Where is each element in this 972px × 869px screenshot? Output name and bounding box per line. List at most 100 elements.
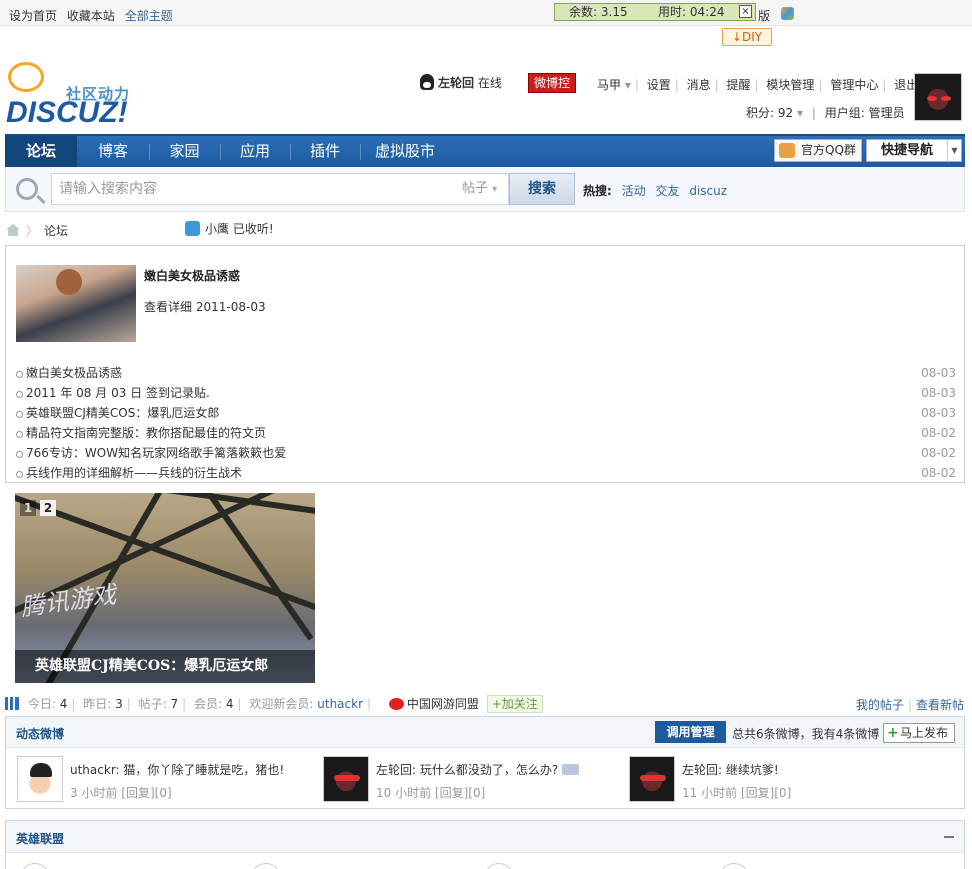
follow-button[interactable]: +加关注 <box>486 695 543 713</box>
hot-word[interactable]: discuz <box>689 184 727 198</box>
remaining-value: 3.15 <box>600 5 628 19</box>
tab-forum[interactable]: 论坛 <box>5 136 77 167</box>
slide-caption[interactable]: 英雄联盟CJ精美COS：爆乳厄运女郎 <box>15 650 315 683</box>
top-toolbar: 设为首页 收藏本站 全部主题 <box>0 0 972 26</box>
slide-page-2[interactable]: 2 <box>40 500 56 516</box>
breadcrumb: 〉论坛 <box>6 222 68 239</box>
site-logo[interactable]: 社区动力 DISCUZ! <box>6 60 146 130</box>
slideshow[interactable]: 腾讯游戏 1 2 英雄联盟CJ精美COS：爆乳厄运女郎 <box>15 493 315 683</box>
manage-button[interactable]: 调用管理 <box>655 721 726 743</box>
stat-posts: 7 <box>170 697 179 711</box>
stat-yesterday: 3 <box>115 697 123 711</box>
user-menu: 马甲 ▾ | 设置 | 消息 | 提醒 | 模块管理 | 管理中心 | 退出 <box>597 78 919 92</box>
chevron-down-icon: ▾ <box>492 184 498 195</box>
theme-color-icon[interactable] <box>781 7 794 20</box>
quick-nav-button[interactable]: 快捷导航 ▼ <box>866 139 962 162</box>
bookmark-link[interactable]: 收藏本站 <box>67 9 115 23</box>
user-status: 左轮回 在线 <box>420 74 502 94</box>
weibo-icon <box>388 698 404 710</box>
hot-word[interactable]: 交友 <box>655 184 679 198</box>
diy-label: DIY <box>741 30 763 44</box>
tab-blog[interactable]: 博客 <box>77 136 149 167</box>
hot-word[interactable]: 活动 <box>622 184 646 198</box>
search-icon <box>16 178 38 200</box>
search-input[interactable]: 请输入搜索内容 <box>51 173 463 205</box>
menu-admin-center[interactable]: 管理中心 <box>830 78 878 92</box>
hot-label: 热搜: <box>583 184 612 198</box>
list-item[interactable]: 2011 年 08 月 03 日 签到记录贴. 08-03 <box>16 383 956 403</box>
featured-thumbnail[interactable] <box>16 265 136 342</box>
list-item[interactable]: 精品符文指南完整版：教你搭配最佳的符文页 08-02 <box>16 423 956 443</box>
qq-penguin-icon <box>420 74 434 90</box>
search-type-select[interactable]: 帖子 ▾ <box>462 173 509 205</box>
chevron-down-icon: ▾ <box>624 78 631 92</box>
reply-link[interactable]: [回复][0] <box>121 786 171 800</box>
performance-meter: 余数: 3.15 用时: 04:24 × <box>554 3 756 21</box>
my-posts-link[interactable]: 我的帖子 <box>856 698 904 712</box>
avatar[interactable] <box>17 756 63 802</box>
tab-home[interactable]: 家园 <box>149 136 220 167</box>
breadcrumb-current[interactable]: 论坛 <box>44 224 68 238</box>
new-posts-link[interactable]: 查看新帖 <box>916 698 964 712</box>
stat-members: 4 <box>225 697 234 711</box>
featured-title[interactable]: 嫩白美女极品诱惑 <box>144 267 240 284</box>
forum-icon[interactable] <box>719 863 749 869</box>
weibo-summary: 总共6条微博，我有4条微博 <box>732 727 880 741</box>
menu-module-admin[interactable]: 模块管理 <box>766 78 814 92</box>
weibo-panel: 动态微博 调用管理 总共6条微博，我有4条微博 + 马上发布 uthackr: 猫… <box>5 716 965 809</box>
message-icon <box>562 764 580 775</box>
view-detail-link[interactable]: 查看详细 <box>144 300 192 314</box>
list-item[interactable]: 兵线作用的详细解析——兵线的衍生战术 08-02 <box>16 463 956 483</box>
home-icon[interactable] <box>6 224 20 236</box>
credits-value[interactable]: 92 <box>778 106 793 120</box>
plus-icon: + <box>887 725 899 741</box>
reply-link[interactable]: [回复][0] <box>435 786 485 800</box>
avatar[interactable] <box>914 73 962 121</box>
menu-settings[interactable]: 设置 <box>647 78 671 92</box>
diy-button[interactable]: ↓DIY <box>722 28 772 46</box>
article-list: 嫩白美女极品诱惑 08-03 2011 年 08 月 03 日 签到记录贴. 08-… <box>16 363 956 483</box>
menu-alias[interactable]: 马甲 ▾ <box>597 78 631 92</box>
menu-messages[interactable]: 消息 <box>687 78 711 92</box>
search-bar: 请输入搜索内容 帖子 ▾ 搜索 热搜: 活动 交友 discuz <box>5 167 965 212</box>
slide-page-1[interactable]: 1 <box>20 500 36 516</box>
user-credits: 积分: 92 ▾ | 用户组: 管理员 <box>746 106 905 120</box>
collapse-icon[interactable] <box>944 836 954 838</box>
qq-group-icon <box>779 143 795 158</box>
hot-searches: 热搜: 活动 交友 discuz <box>583 182 727 199</box>
group-value[interactable]: 管理员 <box>869 106 905 120</box>
alliance-link[interactable]: 中国网游同盟 <box>407 697 479 711</box>
forum-icon[interactable] <box>484 863 514 869</box>
post-now-button[interactable]: + 马上发布 <box>883 723 955 743</box>
set-homepage-link[interactable]: 设为首页 <box>9 9 57 23</box>
reply-link[interactable]: [回复][0] <box>741 786 791 800</box>
menu-reminders[interactable]: 提醒 <box>727 78 751 92</box>
tab-plugins[interactable]: 插件 <box>290 136 360 167</box>
weibo-button[interactable]: 微博控 <box>528 73 576 93</box>
chevron-down-icon: ▼ <box>947 140 961 161</box>
list-item[interactable]: 嫩白美女极品诱惑 08-03 <box>16 363 956 383</box>
featured-date: 2011-08-03 <box>195 300 266 314</box>
qq-group-button[interactable]: 官方QQ群 <box>774 139 862 162</box>
article-block: 嫩白美女极品诱惑 查看详细 2011-08-03 嫩白美女极品诱惑 08-03 2… <box>5 245 965 483</box>
username[interactable]: 左轮回 <box>438 76 474 90</box>
avatar[interactable] <box>629 756 675 802</box>
tab-apps[interactable]: 应用 <box>220 136 290 167</box>
arrow-down-icon: ↓ <box>731 30 742 44</box>
forum-icon[interactable] <box>251 863 281 869</box>
section-lol: 英雄联盟 <box>5 820 965 869</box>
forum-icon[interactable] <box>20 863 50 869</box>
list-item[interactable]: 英雄联盟CJ精美COS：爆乳厄运女郎 08-03 <box>16 403 956 423</box>
my-links: 我的帖子 | 查看新帖 <box>855 698 964 712</box>
tab-virtual-stocks[interactable]: 虚拟股市 <box>360 136 450 167</box>
all-themes-link[interactable]: 全部主题 <box>125 9 173 23</box>
close-icon[interactable]: × <box>739 5 752 18</box>
speech-bubble-icon <box>8 62 44 92</box>
new-member-link[interactable]: uthackr <box>317 697 363 711</box>
quick-links: 设为首页 收藏本站 全部主题 <box>9 7 179 24</box>
list-item[interactable]: 766专访：WOW知名玩家网络歌手篱落簌簌也爱 08-02 <box>16 443 956 463</box>
search-button[interactable]: 搜索 <box>509 173 575 205</box>
weibo-panel-title: 动态微博 <box>16 727 65 741</box>
avatar[interactable] <box>323 756 369 802</box>
forum-stats: 今日: 4 | 昨日: 3 | 帖子: 7 | 会员: 4 | 欢迎新会员: uthac… <box>5 695 543 713</box>
